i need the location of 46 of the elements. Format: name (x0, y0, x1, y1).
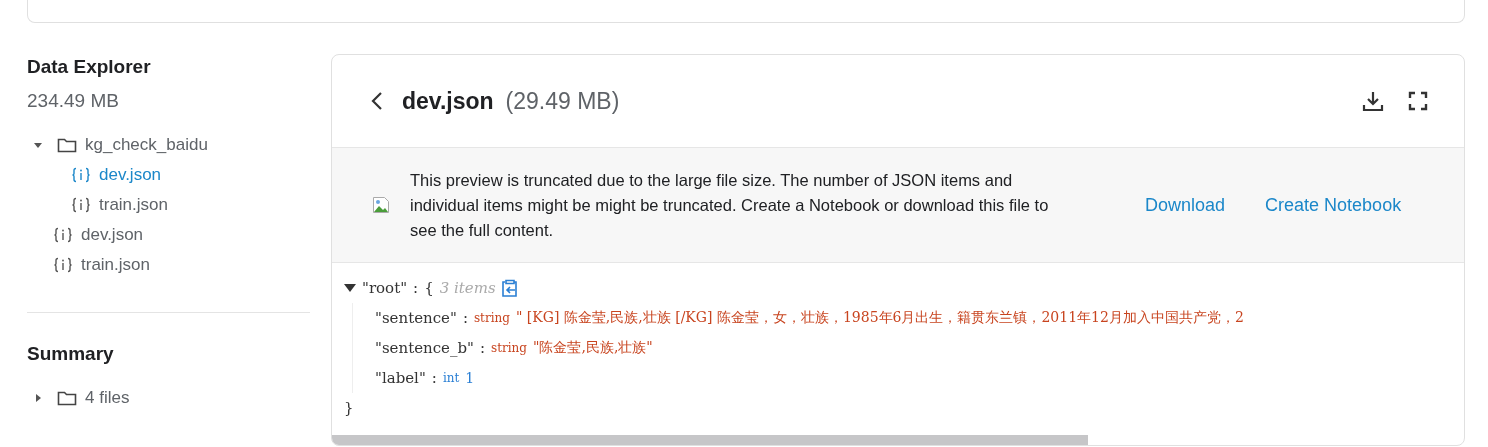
json-key: "root" (362, 279, 408, 297)
dataset-size: 234.49 MB (27, 90, 120, 112)
folder-icon (57, 390, 77, 406)
banner-message: This preview is truncated due to the large file size. The number of JSON items and individual items might be might be truncated. Create a Notebook or download this file to see the full content. (410, 169, 1050, 241)
json-file-icon (53, 257, 73, 273)
file-name: dev.json (402, 87, 494, 115)
value-type: string (491, 341, 527, 355)
tree-item[interactable]: 4 files (85, 388, 130, 408)
json-file-icon (53, 227, 73, 243)
value-type: int (442, 371, 460, 385)
tree-item[interactable]: train.json (99, 195, 168, 215)
collapse-caret-icon[interactable] (344, 283, 356, 293)
back-icon[interactable] (370, 90, 384, 112)
json-brace: } (344, 399, 354, 417)
caret-icon[interactable] (33, 393, 43, 403)
banner-link[interactable]: Download (1145, 194, 1226, 216)
sidebar-title: Data Explorer (27, 56, 152, 78)
json-colon: : (431, 369, 437, 387)
json-key: "sentence" (375, 309, 457, 327)
scrollbar-thumb[interactable] (332, 435, 1088, 445)
json-file-icon (71, 167, 91, 183)
folder-icon (57, 137, 77, 153)
value-type: string (473, 311, 510, 325)
json-value: 1 (465, 370, 475, 386)
json-file-icon (71, 197, 91, 213)
json-value: "陈金莹,民族,壮族" (533, 339, 653, 357)
caret-icon[interactable] (33, 140, 43, 150)
tree-item[interactable]: dev.json (99, 165, 162, 185)
banner-link[interactable]: Create Notebook (1265, 194, 1402, 216)
copy-icon[interactable] (501, 279, 518, 297)
json-key: "sentence_b" (375, 339, 474, 357)
json-colon: : (462, 309, 468, 327)
item-count: 3 items (439, 279, 496, 297)
json-colon: : (413, 279, 419, 297)
tree-item[interactable]: train.json (81, 255, 150, 275)
tree-item[interactable]: kg_check_baidu (85, 135, 208, 155)
json-colon: : (480, 339, 486, 357)
json-key: "label" (375, 369, 426, 387)
broken-image-icon (372, 196, 390, 214)
json-value: " [KG] 陈金莹,民族,壮族 [/KG] 陈金莹，女，壮族，1985年6月出生，籍贯东兰镇，2011年12月加入中国共产党，2 (515, 309, 1244, 327)
file-size: (29.49 MB) (505, 87, 620, 115)
json-brace: { (424, 279, 434, 297)
download-icon[interactable] (1362, 90, 1384, 112)
fullscreen-icon[interactable] (1408, 91, 1428, 111)
tree-item[interactable]: dev.json (81, 225, 144, 245)
summary-title: Summary (27, 343, 115, 365)
